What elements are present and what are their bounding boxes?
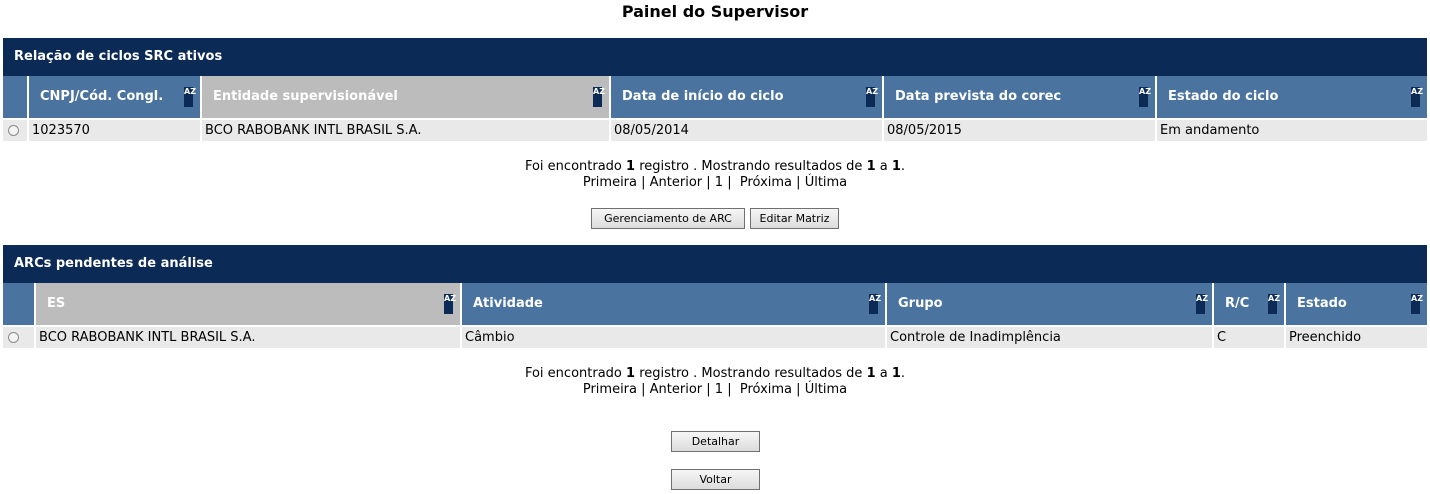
- pager-last-link[interactable]: Última: [805, 175, 847, 190]
- pager-first-link[interactable]: Primeira: [583, 175, 637, 190]
- cell-rc: C: [1212, 327, 1284, 348]
- arcs-header-rc[interactable]: R/C AZ: [1212, 283, 1284, 325]
- cell-estado: Em andamento: [1155, 120, 1427, 141]
- ciclos-pagination: Foi encontrado 1 registro . Mostrando re…: [0, 159, 1430, 191]
- ciclos-header-estado[interactable]: Estado do ciclo AZ: [1155, 76, 1427, 118]
- arcs-select-header: [3, 283, 34, 325]
- ciclos-header-entidade[interactable]: Entidade supervisionável AZ: [200, 76, 609, 118]
- pager-first-link[interactable]: Primeira: [583, 382, 637, 397]
- row-select-cell: [3, 327, 34, 348]
- pager-prev-link[interactable]: Anterior: [650, 382, 702, 397]
- ciclos-header-cnpj[interactable]: CNPJ/Cód. Congl. AZ: [27, 76, 200, 118]
- detalhar-button[interactable]: Detalhar: [671, 431, 760, 452]
- row-radio-button[interactable]: [8, 125, 19, 136]
- sort-az-icon[interactable]: AZ: [184, 87, 196, 107]
- row-select-cell: [3, 120, 27, 141]
- sort-az-icon[interactable]: AZ: [869, 294, 881, 314]
- editar-matriz-button[interactable]: Editar Matriz: [750, 208, 839, 229]
- cell-data-corec: 08/05/2015: [882, 120, 1155, 141]
- ciclos-table-header: CNPJ/Cód. Congl. AZ Entidade supervision…: [3, 76, 1427, 118]
- row-radio-button[interactable]: [8, 332, 19, 343]
- pager-last-link[interactable]: Última: [805, 382, 847, 397]
- ciclos-result-summary: Foi encontrado 1 registro . Mostrando re…: [524, 159, 906, 174]
- sort-az-icon[interactable]: AZ: [1268, 294, 1280, 314]
- arcs-header-estado[interactable]: Estado AZ: [1284, 283, 1427, 325]
- cell-entidade: BCO RABOBANK INTL BRASIL S.A.: [200, 120, 609, 141]
- cell-atividade: Câmbio: [460, 327, 885, 348]
- cell-grupo: Controle de Inadimplência: [885, 327, 1212, 348]
- sort-az-icon[interactable]: AZ: [866, 87, 878, 107]
- sort-az-icon[interactable]: AZ: [593, 87, 605, 107]
- cell-es: BCO RABOBANK INTL BRASIL S.A.: [34, 327, 460, 348]
- sort-az-icon[interactable]: AZ: [1411, 87, 1423, 107]
- arcs-header-grupo[interactable]: Grupo AZ: [885, 283, 1212, 325]
- cell-estado: Preenchido: [1284, 327, 1427, 348]
- pager-page-link[interactable]: 1: [715, 382, 723, 397]
- ciclos-section-title: Relação de ciclos SRC ativos: [3, 38, 1427, 76]
- pager-next-link[interactable]: Próxima: [740, 175, 792, 190]
- arcs-pagination: Foi encontrado 1 registro . Mostrando re…: [0, 366, 1430, 398]
- arcs-section-title: ARCs pendentes de análise: [3, 245, 1427, 283]
- arcs-header-atividade[interactable]: Atividade AZ: [460, 283, 885, 325]
- cell-cnpj: 1023570: [27, 120, 200, 141]
- table-row[interactable]: 1023570 BCO RABOBANK INTL BRASIL S.A. 08…: [3, 120, 1427, 141]
- ciclos-page-links: Primeira | Anterior | 1 | Próxima | Últi…: [582, 175, 848, 190]
- arcs-header-es[interactable]: ES AZ: [34, 283, 460, 325]
- ciclos-select-header: [3, 76, 27, 118]
- pager-page-link[interactable]: 1: [715, 175, 723, 190]
- arcs-table-header: ES AZ Atividade AZ Grupo AZ R/C AZ Estad…: [3, 283, 1427, 325]
- ciclos-header-data-corec[interactable]: Data prevista do corec AZ: [882, 76, 1155, 118]
- sort-az-icon[interactable]: AZ: [1411, 294, 1423, 314]
- sort-az-icon[interactable]: AZ: [1196, 294, 1208, 314]
- page-title: Painel do Supervisor: [621, 2, 809, 21]
- arcs-result-summary: Foi encontrado 1 registro . Mostrando re…: [524, 366, 906, 381]
- ciclos-header-data-inicio[interactable]: Data de início do ciclo AZ: [609, 76, 882, 118]
- sort-az-icon[interactable]: AZ: [444, 294, 456, 314]
- pager-prev-link[interactable]: Anterior: [650, 175, 702, 190]
- sort-az-icon[interactable]: AZ: [1139, 87, 1151, 107]
- voltar-button[interactable]: Voltar: [671, 469, 760, 490]
- table-row[interactable]: BCO RABOBANK INTL BRASIL S.A. Câmbio Con…: [3, 327, 1427, 348]
- cell-data-inicio: 08/05/2014: [609, 120, 882, 141]
- arcs-page-links: Primeira | Anterior | 1 | Próxima | Últi…: [582, 382, 848, 397]
- pager-next-link[interactable]: Próxima: [740, 382, 792, 397]
- gerenciamento-arc-button[interactable]: Gerenciamento de ARC: [591, 208, 745, 229]
